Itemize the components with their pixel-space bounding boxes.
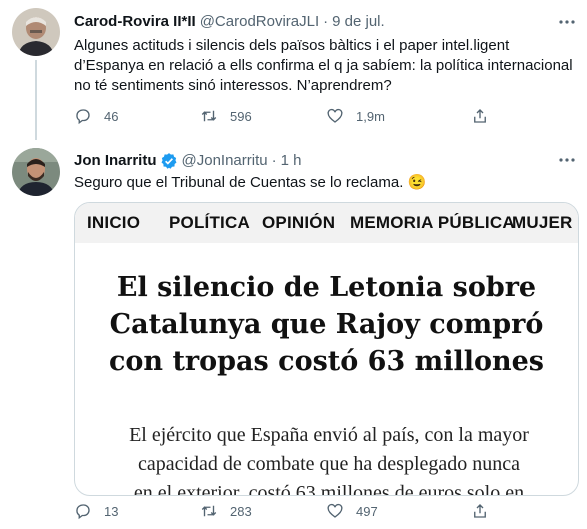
tweet-header: Carod-Rovira II*II @CarodRoviraJLI · 9 d…: [74, 13, 385, 30]
action-bar: 13 283 497: [74, 501, 554, 521]
headline-line: Catalunya que Rajoy compró: [109, 309, 544, 340]
timestamp[interactable]: 1 h: [281, 152, 302, 169]
article-headline: El silencio de Letonia sobre Catalunya q…: [75, 269, 578, 380]
reply-icon: [76, 109, 90, 125]
more-button[interactable]: [557, 12, 577, 32]
nav-item: MUJER: [512, 213, 573, 232]
share-button[interactable]: [471, 502, 489, 520]
retweet-icon: [201, 505, 217, 517]
timestamp[interactable]: 9 de jul.: [332, 13, 385, 30]
like-button[interactable]: 497: [326, 502, 378, 520]
nav-item: POLÍTICA: [169, 213, 250, 232]
headline-line: con tropas costó 63 millones: [108, 346, 545, 377]
reply-count: 13: [104, 503, 119, 519]
like-count: 497: [356, 503, 378, 519]
person-portrait-icon: [12, 148, 60, 196]
excerpt-line: en el exterior, costó 63 millones de eur…: [133, 482, 525, 496]
like-count: 1,9m: [356, 108, 385, 124]
reply-button[interactable]: 46: [74, 107, 118, 125]
article-excerpt: El ejército que España envió al país, co…: [99, 421, 559, 496]
separator-dot: ·: [323, 13, 329, 30]
share-icon: [474, 109, 486, 123]
retweet-count: 596: [230, 108, 252, 124]
nav-item: MEMORIA PÚBLICA: [350, 213, 515, 232]
display-name[interactable]: Carod-Rovira II*II: [74, 13, 196, 30]
article-nav: INICIO POLÍTICA OPINIÓN MEMORIA PÚBLICA …: [75, 203, 578, 243]
like-icon: [327, 108, 343, 123]
tweet-header: Jon Inarritu @JonInarritu · 1 h: [74, 151, 301, 170]
tweet-carod-rovira[interactable]: Carod-Rovira II*II @CarodRoviraJLI · 9 d…: [0, 0, 587, 140]
more-icon: [559, 20, 575, 24]
separator-dot: ·: [271, 152, 277, 169]
more-icon: [559, 158, 575, 162]
handle[interactable]: @CarodRoviraJLI: [200, 13, 319, 30]
like-button[interactable]: 1,9m: [326, 107, 385, 125]
display-name[interactable]: Jon Inarritu: [74, 152, 157, 169]
share-button[interactable]: [471, 107, 489, 125]
tweet-text: Algunes actituds i silencis dels països …: [74, 37, 573, 94]
avatar[interactable]: [12, 148, 60, 196]
retweet-button[interactable]: 596: [200, 107, 252, 125]
headline-line: El silencio de Letonia sobre: [116, 272, 537, 303]
nav-item: INICIO: [87, 213, 141, 232]
reply-count: 46: [104, 108, 119, 124]
person-portrait-icon: [12, 8, 60, 56]
nav-item: OPINIÓN: [262, 213, 336, 232]
share-icon: [474, 504, 486, 518]
tweet-text: Seguro que el Tribunal de Cuentas se lo …: [74, 174, 427, 191]
more-button[interactable]: [557, 150, 577, 170]
action-bar: 46 596 1,9m: [74, 106, 554, 126]
retweet-icon: [201, 110, 217, 122]
excerpt-line: El ejército que España envió al país, co…: [129, 424, 529, 446]
reply-icon: [76, 504, 90, 520]
reply-button[interactable]: 13: [74, 502, 118, 520]
thread-line: [35, 60, 37, 140]
retweet-button[interactable]: 283: [200, 502, 252, 520]
excerpt-line: capacidad de combate que ha desplegado n…: [137, 453, 521, 475]
verified-badge-icon: [160, 152, 178, 170]
link-card[interactable]: INICIO POLÍTICA OPINIÓN MEMORIA PÚBLICA …: [74, 202, 579, 496]
like-icon: [327, 503, 343, 518]
handle[interactable]: @JonInarritu: [182, 152, 268, 169]
avatar[interactable]: [12, 8, 60, 56]
retweet-count: 283: [230, 503, 252, 519]
